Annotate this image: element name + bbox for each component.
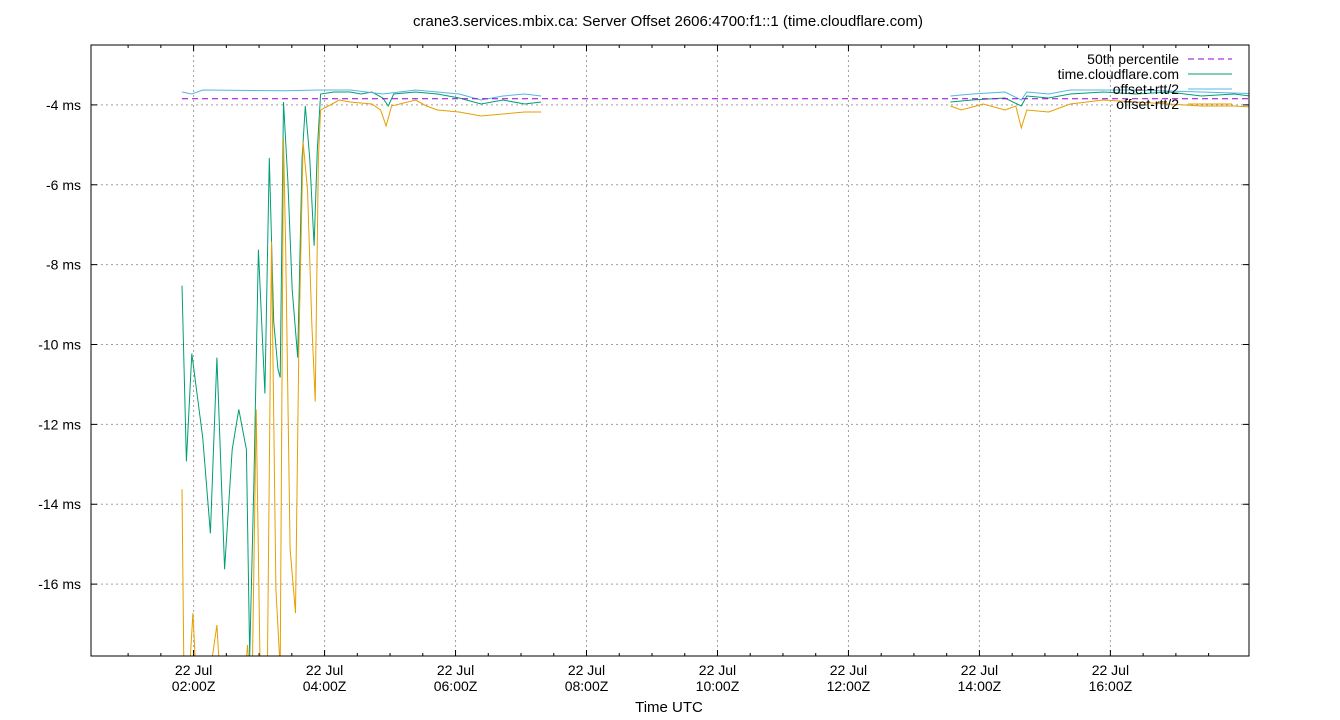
chart: crane3.services.mbix.ca: Server Offset 2…: [38, 13, 1250, 716]
x-tick-label-time: 16:00Z: [1089, 678, 1133, 694]
legend-label: offset-rtt/2: [1116, 96, 1179, 112]
legend-label: 50th percentile: [1087, 51, 1179, 67]
legend-label: offset+rtt/2: [1113, 81, 1179, 97]
x-tick-label-date: 22 Jul: [961, 662, 998, 678]
x-tick-label-time: 08:00Z: [565, 678, 609, 694]
series-layer: [181, 89, 1249, 656]
y-tick-label: -6 ms: [46, 177, 81, 193]
x-tick-label-time: 06:00Z: [434, 678, 478, 694]
y-tick-label: -14 ms: [38, 496, 81, 512]
x-tick-label-time: 14:00Z: [958, 678, 1002, 694]
y-tick-label: -4 ms: [46, 97, 81, 113]
x-tick-label-date: 22 Jul: [699, 662, 736, 678]
chart-title: crane3.services.mbix.ca: Server Offset 2…: [413, 13, 923, 30]
plot-area: [181, 89, 1249, 656]
x-tick-label-time: 04:00Z: [303, 678, 347, 694]
plot-border: [90, 44, 1250, 657]
y-tick-label: -10 ms: [38, 337, 81, 353]
y-tick-label: -8 ms: [46, 257, 81, 273]
series-line-time-cloudflare-com: [181, 91, 1249, 656]
x-tick-label-date: 22 Jul: [306, 662, 343, 678]
x-tick-label-date: 22 Jul: [830, 662, 867, 678]
x-tick-label-date: 22 Jul: [175, 662, 212, 678]
x-tick-label-time: 10:00Z: [696, 678, 740, 694]
x-tick-label-date: 22 Jul: [437, 662, 474, 678]
x-tick-label-date: 22 Jul: [1092, 662, 1129, 678]
x-tick-label-time: 02:00Z: [172, 678, 216, 694]
x-axis: 22 Jul02:00Z22 Jul04:00Z22 Jul06:00Z22 J…: [127, 45, 1210, 694]
x-tick-label-time: 12:00Z: [827, 678, 871, 694]
series-line-offset-rtt-2: [181, 99, 1249, 656]
x-tick-label-date: 22 Jul: [568, 662, 605, 678]
y-tick-label: -12 ms: [38, 416, 81, 432]
y-tick-label: -16 ms: [38, 576, 81, 592]
x-axis-label: Time UTC: [635, 699, 703, 716]
grid: [91, 45, 1249, 656]
legend-label: time.cloudflare.com: [1058, 66, 1179, 82]
